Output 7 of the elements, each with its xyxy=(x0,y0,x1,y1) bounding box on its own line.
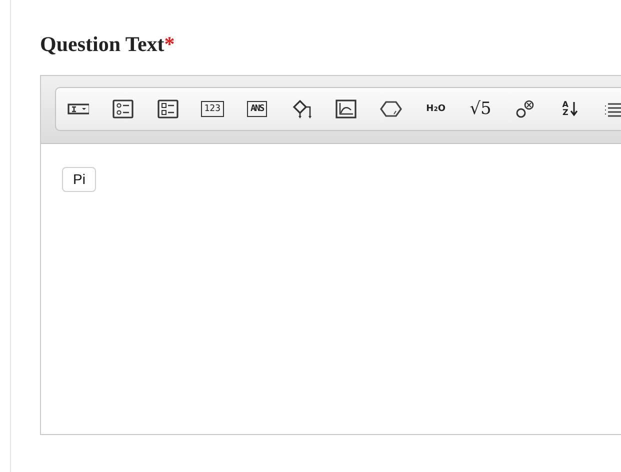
required-mark: * xyxy=(164,31,175,58)
toolbar-button[interactable]: 123 xyxy=(190,93,235,125)
math-token[interactable]: Pi xyxy=(62,167,96,192)
toolbar-button[interactable]: ANS xyxy=(234,93,280,125)
question-heading: Question Text xyxy=(40,31,164,58)
toolbar-button[interactable]: √5 xyxy=(458,93,503,125)
toolbar-button[interactable]: A Z xyxy=(548,93,592,125)
